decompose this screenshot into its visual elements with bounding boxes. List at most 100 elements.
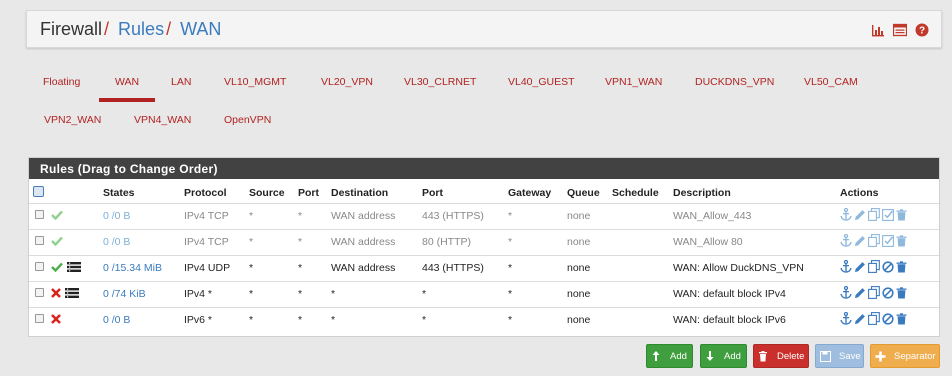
rule-select-checkbox[interactable] <box>35 314 44 324</box>
delete-icon[interactable] <box>896 313 907 325</box>
pass-check-icon[interactable] <box>51 236 63 249</box>
col-destination: Destination <box>331 186 389 199</box>
rule-description: WAN: default block IPv4 <box>673 280 840 307</box>
chart-icon[interactable] <box>871 23 885 37</box>
rule-row[interactable]: 0 /0 B IPv4 TCP * * WAN address 443 (HTTPS) * n… <box>29 202 939 229</box>
disable-icon[interactable] <box>882 286 894 299</box>
tab-wan[interactable]: WAN <box>115 76 139 88</box>
tab-vl40-guest[interactable]: VL40_GUEST <box>508 76 575 88</box>
separator-label: Separator <box>894 350 936 362</box>
col-dest-port: Port <box>422 186 443 199</box>
tab-vpn2-wan[interactable]: VPN2_WAN <box>44 114 101 126</box>
rule-states-link[interactable]: 0 /0 B <box>103 314 130 326</box>
anchor-icon[interactable] <box>840 286 852 299</box>
breadcrumb-wan[interactable]: WAN <box>180 19 221 39</box>
col-source: Source <box>249 186 285 199</box>
add-bottom-button[interactable]: Add <box>700 344 747 368</box>
rule-row[interactable]: 0 /0 B IPv4 TCP * * WAN address 80 (HTTP) * non… <box>29 228 939 255</box>
anchor-icon[interactable] <box>840 208 852 221</box>
trash-icon <box>754 345 772 367</box>
col-states: States <box>103 186 135 199</box>
delete-icon[interactable] <box>896 260 907 273</box>
anchor-icon[interactable] <box>840 260 852 273</box>
rule-states-link[interactable]: 0 /15.34 MiB <box>103 262 162 274</box>
rule-gateway: * <box>508 228 567 255</box>
log-icon <box>65 287 79 301</box>
block-x-icon[interactable] <box>51 287 61 301</box>
pass-check-icon[interactable] <box>51 210 63 223</box>
help-icon[interactable]: ? <box>915 23 929 37</box>
col-queue: Queue <box>567 186 600 199</box>
rule-gateway: * <box>508 306 567 333</box>
breadcrumb-firewall: Firewall <box>40 19 103 39</box>
rule-states-link[interactable]: 0 /0 B <box>103 236 130 248</box>
rule-destination: * <box>331 306 422 333</box>
tab-row-2: VPN2_WAN VPN4_WAN OpenVPN <box>28 98 942 142</box>
rule-queue: none <box>567 202 612 229</box>
rule-destination: * <box>331 280 422 307</box>
select-all-checkbox[interactable] <box>33 185 44 197</box>
add-bottom-label: Add <box>724 350 741 362</box>
edit-icon[interactable] <box>854 313 866 325</box>
rule-dport: 443 (HTTPS) <box>422 202 508 229</box>
tab-vl30-clrnet[interactable]: VL30_CLRNET <box>404 76 476 88</box>
delete-button[interactable]: Delete <box>753 344 809 368</box>
copy-icon[interactable] <box>868 234 880 247</box>
list-icon[interactable] <box>892 23 908 37</box>
rule-schedule <box>612 202 673 229</box>
disable-icon[interactable] <box>882 313 894 325</box>
rule-row[interactable]: 0 /15.34 MiB IPv4 UDP * * WAN address 443 (HT… <box>29 254 939 281</box>
edit-icon[interactable] <box>854 287 866 299</box>
delete-icon[interactable] <box>896 208 907 221</box>
rule-destination: WAN address <box>331 202 422 229</box>
rule-select-checkbox[interactable] <box>35 288 44 297</box>
tab-vl50-cam[interactable]: VL50_CAM <box>804 76 858 88</box>
rule-row[interactable]: 0 /74 KiB IPv4 * * * * * * none WAN: default blo… <box>29 280 939 307</box>
edit-icon[interactable] <box>854 235 866 247</box>
copy-icon[interactable] <box>868 260 880 273</box>
edit-icon[interactable] <box>854 261 866 273</box>
breadcrumb-rules[interactable]: Rules <box>118 19 164 39</box>
add-top-button[interactable]: Add <box>646 344 693 368</box>
copy-icon[interactable] <box>868 312 880 326</box>
pass-check-icon[interactable] <box>51 262 63 275</box>
rule-states-link[interactable]: 0 /0 B <box>103 210 130 222</box>
tab-vl20-vpn[interactable]: VL20_VPN <box>321 76 373 88</box>
tab-floating[interactable]: Floating <box>43 76 80 88</box>
interface-tabs: Floating WAN LAN VL10_MGMT VL20_VPN VL30… <box>28 60 942 142</box>
tab-openvpn[interactable]: OpenVPN <box>224 114 271 126</box>
copy-icon[interactable] <box>868 208 880 221</box>
anchor-icon[interactable] <box>840 312 852 325</box>
enable-icon[interactable] <box>882 234 894 247</box>
rule-destination: WAN address <box>331 254 422 281</box>
separator-button[interactable]: Separator <box>870 344 940 368</box>
rule-gateway: * <box>508 254 567 281</box>
rule-dport: * <box>422 306 508 333</box>
rule-select-checkbox[interactable] <box>35 262 44 271</box>
copy-icon[interactable] <box>868 286 880 299</box>
svg-text:?: ? <box>919 26 925 37</box>
rule-select-checkbox[interactable] <box>35 210 44 219</box>
disable-icon[interactable] <box>882 260 894 273</box>
delete-icon[interactable] <box>896 234 907 247</box>
rule-select-checkbox[interactable] <box>35 236 44 245</box>
rule-protocol: IPv6 * <box>184 306 249 333</box>
delete-icon[interactable] <box>896 286 907 299</box>
rule-row[interactable]: 0 /0 B IPv6 * * * * * * none WAN: default block … <box>29 306 939 333</box>
tab-lan[interactable]: LAN <box>171 76 191 88</box>
tab-duckdns-vpn[interactable]: DUCKDNS_VPN <box>695 76 774 88</box>
rule-protocol: IPv4 * <box>184 280 249 307</box>
rule-source: * <box>249 280 298 307</box>
block-x-icon[interactable] <box>51 313 61 327</box>
edit-icon[interactable] <box>854 209 866 221</box>
tab-vl10-mgmt[interactable]: VL10_MGMT <box>224 76 286 88</box>
panel-title: Rules (Drag to Change Order) <box>29 158 939 179</box>
save-button[interactable]: Save <box>815 344 864 368</box>
tab-vpn4-wan[interactable]: VPN4_WAN <box>134 114 191 126</box>
rule-states-link[interactable]: 0 /74 KiB <box>103 288 146 300</box>
anchor-icon[interactable] <box>840 234 852 247</box>
rule-schedule <box>612 280 673 307</box>
log-icon <box>67 261 81 275</box>
tab-vpn1-wan[interactable]: VPN1_WAN <box>605 76 662 88</box>
enable-icon[interactable] <box>882 208 894 221</box>
